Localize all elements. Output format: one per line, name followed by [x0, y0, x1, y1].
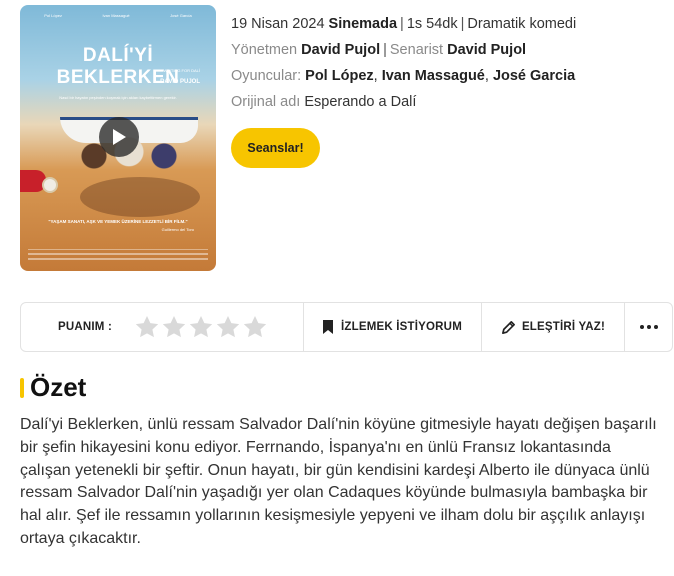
original-title-label: Orijinal adı	[231, 94, 301, 110]
release-status: Sinemada	[328, 16, 398, 32]
writer-label: Senarist	[389, 42, 444, 58]
trailer-play-button[interactable]	[99, 117, 139, 157]
summary-accent-bar	[20, 377, 24, 398]
poster-shadow-illustration	[80, 177, 200, 217]
director-link[interactable]: David Pujol	[301, 42, 380, 58]
action-bar: PUANIM : İZLEMEK İSTİYORUM ELEŞTİRİ YAZ!	[20, 302, 673, 352]
poster-cast-name: Pol López	[44, 13, 63, 18]
crew-row: Yönetmen David Pujol | Senarist David Pujo…	[231, 42, 527, 58]
poster-tagline: Nasıl bir hayatın peşinden koşmak için a…	[59, 95, 177, 100]
rating-stars	[134, 314, 268, 340]
poster-quote-source: Guillermo del Toro	[161, 227, 194, 232]
star-icon[interactable]	[242, 314, 268, 340]
summary-text: Dalí'yi Beklerken, ünlü ressam Salvador …	[20, 416, 657, 547]
more-dots-icon	[639, 325, 658, 329]
star-icon[interactable]	[188, 314, 214, 340]
poster-cast-name: José García	[170, 13, 192, 18]
cast-row: Oyuncular: Pol López, Ivan Massagué, Jos…	[231, 68, 576, 84]
original-title-row: Orijinal adı Esperando a Dalí	[231, 89, 661, 115]
cast-link[interactable]: Ivan Massagué	[382, 68, 485, 84]
write-review-button[interactable]: ELEŞTİRİ YAZ!	[482, 303, 624, 351]
poster-subtitle: WAITING FOR DALÍ	[163, 68, 200, 73]
showtimes-button[interactable]: Seanslar!	[231, 128, 320, 168]
poster-director-credit: DAVID PUJOL	[160, 79, 200, 85]
release-date: 19 Nisan 2024	[231, 16, 325, 32]
release-row: 19 Nisan 2024 Sinemada | 1s 54dk | Dramatik …	[231, 16, 577, 32]
original-title: Esperando a Dalí	[304, 94, 417, 110]
star-icon[interactable]	[134, 314, 160, 340]
movie-info: 19 Nisan 2024 Sinemada | 1s 54dk | Dramatik …	[231, 11, 661, 115]
pencil-icon	[501, 320, 515, 334]
write-review-label: ELEŞTİRİ YAZ!	[521, 321, 606, 333]
rating-label: PUANIM :	[58, 321, 112, 333]
genre[interactable]: Dramatik komedi	[467, 16, 576, 32]
watchlist-label: İZLEMEK İSTİYORUM	[341, 321, 462, 333]
summary-header: Özet	[20, 372, 86, 403]
cast-link[interactable]: Pol López	[305, 68, 373, 84]
cast-label: Oyuncular:	[231, 68, 302, 84]
more-options-button[interactable]	[625, 303, 672, 351]
poster-melting-clock-illustration	[42, 177, 58, 193]
poster-cast-name: Ivan Massagué	[102, 13, 130, 18]
cast-link[interactable]: José Garcia	[493, 68, 575, 84]
star-icon[interactable]	[161, 314, 187, 340]
duration: 1s 54dk	[406, 16, 458, 32]
bookmark-icon	[323, 320, 334, 334]
writer-link[interactable]: David Pujol	[447, 42, 526, 58]
summary-title: Özet	[30, 372, 87, 402]
play-icon	[113, 129, 126, 145]
poster-cast-names: Pol López Ivan Massagué José García	[20, 13, 216, 18]
rating-section: PUANIM :	[21, 303, 303, 351]
star-icon[interactable]	[215, 314, 241, 340]
director-label: Yönetmen	[231, 42, 298, 58]
poster-quote: "YAŞAM SANATI, AŞK VE YEMEK ÜZERİNE LEZZ…	[48, 219, 188, 224]
poster-credit-block	[28, 249, 208, 265]
watchlist-button[interactable]: İZLEMEK İSTİYORUM	[304, 303, 481, 351]
